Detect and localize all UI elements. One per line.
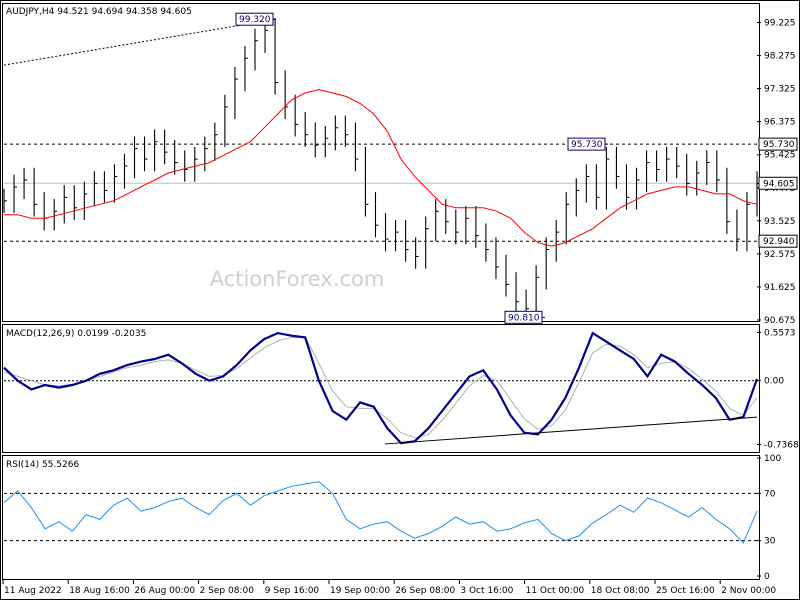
rsi-y-tick-label: 0 [764,572,770,582]
price-y-tick-label: 96.375 [764,118,796,128]
macd-header: MACD(12,26,9) 0.0199 -0.2035 [6,329,146,339]
chart-frame [0,0,800,600]
price-annotation: 99.320 [235,12,276,26]
price-level-badge-label: 92.940 [763,237,795,247]
current-price-badge-label: 94.605 [763,179,795,189]
macd-y-tick-label: 0.00 [764,377,784,387]
chart-root: AUDJPY,H4 94.521 94.694 94.358 94.605 Ac… [0,0,800,600]
time-tick-label: 26 Aug 00:00 [134,586,195,596]
time-tick-label: 26 Sep 08:00 [395,586,455,596]
current-price-badge: 94.605 [758,176,798,190]
price-annotation: 95.730 [567,137,608,151]
watermark: ActionForex.com [210,267,385,291]
price-y-tick-label: 97.325 [764,85,796,95]
time-tick-label: 18 Aug 16:00 [69,586,130,596]
price-y-tick-label: 92.575 [764,250,796,260]
chart-svg: AUDJPY,H4 94.521 94.694 94.358 94.605 Ac… [0,0,800,600]
rsi-y-tick-label: 30 [764,537,776,547]
rsi-header: RSI(14) 55.5266 [6,460,79,470]
time-tick-label: 11 Oct 00:00 [526,586,585,596]
macd-y-tick-label: -0.7368 [764,441,799,451]
rsi-y-tick-label: 100 [764,454,781,464]
price-level-badge-label: 95.730 [763,140,795,150]
price-y-tick-label: 99.225 [764,19,796,29]
time-tick-label: 2 Nov 00:00 [721,586,776,596]
price-annotation: 90.810 [504,310,545,324]
time-tick-label: 2 Sep 08:00 [200,586,255,596]
price-y-tick-label: 95.425 [764,151,796,161]
time-tick-label: 25 Oct 16:00 [656,586,715,596]
price-level-badge: 92.940 [758,234,798,248]
price-header: AUDJPY,H4 94.521 94.694 94.358 94.605 [6,7,192,17]
price-y-tick-label: 93.525 [764,217,796,227]
time-tick-label: 9 Sep 16:00 [265,586,320,596]
price-annotation-label: 90.810 [508,313,540,323]
time-tick-label: 18 Oct 08:00 [591,586,650,596]
price-y-tick-label: 90.675 [764,316,796,326]
price-annotation-label: 99.320 [239,15,271,25]
time-tick-label: 19 Sep 00:00 [330,586,390,596]
time-tick-label: 11 Aug 2022 [4,586,62,596]
rsi-y-tick-label: 70 [764,489,776,499]
time-tick-label: 3 Oct 16:00 [460,586,513,596]
price-level-badge: 95.730 [758,137,798,151]
price-y-tick-label: 98.275 [764,52,796,62]
price-y-tick-label: 91.625 [764,283,796,293]
price-annotation-label: 95.730 [571,140,603,150]
macd-y-tick-label: 0.5573 [764,328,796,338]
